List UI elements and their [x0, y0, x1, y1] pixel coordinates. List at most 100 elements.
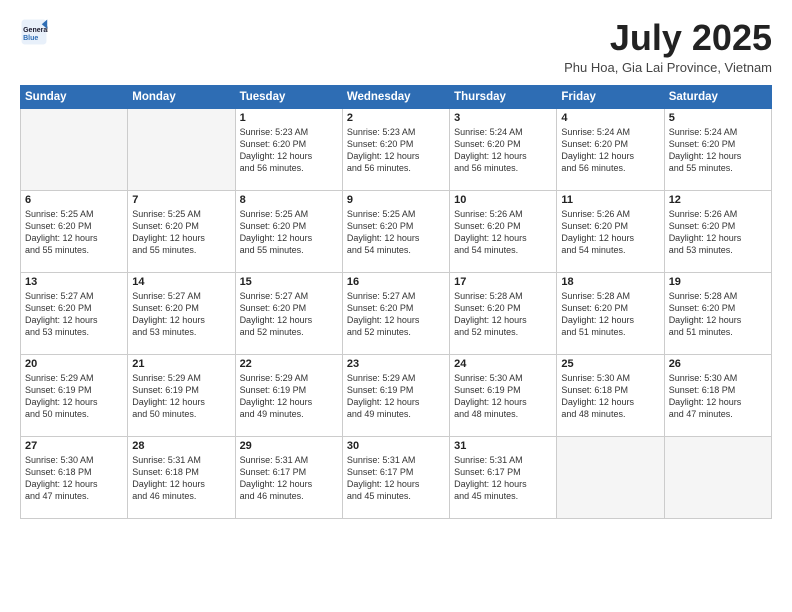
calendar-cell: 23Sunrise: 5:29 AM Sunset: 6:19 PM Dayli…	[342, 354, 449, 436]
calendar-cell: 10 Sunrise: 5:26 AM Sunset: 6:20 PM Dayli…	[450, 190, 557, 272]
day-number: 9	[347, 194, 445, 206]
day-info: Sunrise: 5:23 AM Sunset: 6:20 PM Dayligh…	[347, 126, 445, 175]
calendar-cell: 13Sunrise: 5:27 AM Sunset: 6:20 PM Dayli…	[21, 272, 128, 354]
day-number: 17	[454, 276, 552, 288]
day-number: 3	[454, 112, 552, 124]
day-info: Sunrise: 5:25 AM Sunset: 6:20 PM Dayligh…	[347, 208, 445, 257]
day-number: 21	[132, 358, 230, 370]
day-number: 18	[561, 276, 659, 288]
calendar-cell: 19Sunrise: 5:28 AM Sunset: 6:20 PM Dayli…	[664, 272, 771, 354]
calendar-cell: 5 Sunrise: 5:24 AM Sunset: 6:20 PM Daylig…	[664, 108, 771, 190]
day-number: 26	[669, 358, 767, 370]
calendar-cell: 16 Sunrise: 5:27 AM Sunset: 6:20 PM Dayli…	[342, 272, 449, 354]
calendar-cell: 24Sunrise: 5:30 AM Sunset: 6:19 PM Dayli…	[450, 354, 557, 436]
header: General Blue July 2025 Phu Hoa, Gia Lai …	[20, 18, 772, 75]
day-info: Sunrise: 5:31 AM Sunset: 6:17 PM Dayligh…	[454, 454, 552, 503]
day-of-week-header: Saturday	[664, 85, 771, 108]
page: General Blue July 2025 Phu Hoa, Gia Lai …	[0, 0, 792, 612]
day-number: 4	[561, 112, 659, 124]
day-info: Sunrise: 5:31 AM Sunset: 6:18 PM Dayligh…	[132, 454, 230, 503]
svg-text:Blue: Blue	[23, 35, 38, 42]
day-info: Sunrise: 5:23 AM Sunset: 6:20 PM Dayligh…	[240, 126, 338, 175]
day-number: 10	[454, 194, 552, 206]
calendar-cell: 30 Sunrise: 5:31 AM Sunset: 6:17 PM Dayli…	[342, 436, 449, 518]
day-of-week-header: Monday	[128, 85, 235, 108]
day-number: 5	[669, 112, 767, 124]
day-number: 25	[561, 358, 659, 370]
calendar-cell	[557, 436, 664, 518]
day-number: 30	[347, 440, 445, 452]
calendar-cell: 20 Sunrise: 5:29 AM Sunset: 6:19 PM Dayli…	[21, 354, 128, 436]
calendar-cell: 21Sunrise: 5:29 AM Sunset: 6:19 PM Dayli…	[128, 354, 235, 436]
day-number: 2	[347, 112, 445, 124]
day-of-week-header: Tuesday	[235, 85, 342, 108]
day-number: 31	[454, 440, 552, 452]
calendar-cell: 1 Sunrise: 5:23 AM Sunset: 6:20 PM Daylig…	[235, 108, 342, 190]
day-info: Sunrise: 5:31 AM Sunset: 6:17 PM Dayligh…	[240, 454, 338, 503]
calendar-week-row: 6 Sunrise: 5:25 AM Sunset: 6:20 PM Daylig…	[21, 190, 772, 272]
day-info: Sunrise: 5:27 AM Sunset: 6:20 PM Dayligh…	[25, 290, 123, 339]
calendar-cell: 18 Sunrise: 5:28 AM Sunset: 6:20 PM Dayli…	[557, 272, 664, 354]
calendar-cell: 14Sunrise: 5:27 AM Sunset: 6:20 PM Dayli…	[128, 272, 235, 354]
calendar-cell: 22 Sunrise: 5:29 AM Sunset: 6:19 PM Dayli…	[235, 354, 342, 436]
calendar-cell: 6 Sunrise: 5:25 AM Sunset: 6:20 PM Daylig…	[21, 190, 128, 272]
day-info: Sunrise: 5:25 AM Sunset: 6:20 PM Dayligh…	[240, 208, 338, 257]
main-title: July 2025	[564, 18, 772, 58]
day-info: Sunrise: 5:29 AM Sunset: 6:19 PM Dayligh…	[347, 372, 445, 421]
day-info: Sunrise: 5:26 AM Sunset: 6:20 PM Dayligh…	[454, 208, 552, 257]
day-info: Sunrise: 5:30 AM Sunset: 6:18 PM Dayligh…	[25, 454, 123, 503]
calendar-cell: 8 Sunrise: 5:25 AM Sunset: 6:20 PM Daylig…	[235, 190, 342, 272]
day-number: 7	[132, 194, 230, 206]
calendar-week-row: 20 Sunrise: 5:29 AM Sunset: 6:19 PM Dayli…	[21, 354, 772, 436]
day-number: 29	[240, 440, 338, 452]
day-info: Sunrise: 5:24 AM Sunset: 6:20 PM Dayligh…	[561, 126, 659, 175]
day-number: 27	[25, 440, 123, 452]
day-number: 1	[240, 112, 338, 124]
calendar-cell: 12 Sunrise: 5:26 AM Sunset: 6:20 PM Dayli…	[664, 190, 771, 272]
calendar-cell: 26 Sunrise: 5:30 AM Sunset: 6:18 PM Dayli…	[664, 354, 771, 436]
day-info: Sunrise: 5:24 AM Sunset: 6:20 PM Dayligh…	[454, 126, 552, 175]
day-number: 20	[25, 358, 123, 370]
day-info: Sunrise: 5:30 AM Sunset: 6:18 PM Dayligh…	[669, 372, 767, 421]
day-number: 15	[240, 276, 338, 288]
day-info: Sunrise: 5:27 AM Sunset: 6:20 PM Dayligh…	[240, 290, 338, 339]
day-number: 6	[25, 194, 123, 206]
calendar-cell	[128, 108, 235, 190]
calendar-week-row: 13Sunrise: 5:27 AM Sunset: 6:20 PM Dayli…	[21, 272, 772, 354]
subtitle: Phu Hoa, Gia Lai Province, Vietnam	[564, 60, 772, 75]
day-info: Sunrise: 5:25 AM Sunset: 6:20 PM Dayligh…	[25, 208, 123, 257]
svg-text:General: General	[23, 27, 48, 34]
day-info: Sunrise: 5:26 AM Sunset: 6:20 PM Dayligh…	[561, 208, 659, 257]
day-info: Sunrise: 5:28 AM Sunset: 6:20 PM Dayligh…	[561, 290, 659, 339]
calendar-cell: 28Sunrise: 5:31 AM Sunset: 6:18 PM Dayli…	[128, 436, 235, 518]
day-info: Sunrise: 5:24 AM Sunset: 6:20 PM Dayligh…	[669, 126, 767, 175]
calendar-week-row: 27 Sunrise: 5:30 AM Sunset: 6:18 PM Dayli…	[21, 436, 772, 518]
day-of-week-header: Sunday	[21, 85, 128, 108]
day-info: Sunrise: 5:30 AM Sunset: 6:19 PM Dayligh…	[454, 372, 552, 421]
day-of-week-header: Thursday	[450, 85, 557, 108]
calendar-cell	[21, 108, 128, 190]
day-number: 22	[240, 358, 338, 370]
day-number: 8	[240, 194, 338, 206]
day-info: Sunrise: 5:29 AM Sunset: 6:19 PM Dayligh…	[25, 372, 123, 421]
calendar-cell: 11Sunrise: 5:26 AM Sunset: 6:20 PM Dayli…	[557, 190, 664, 272]
calendar-cell: 25 Sunrise: 5:30 AM Sunset: 6:18 PM Dayli…	[557, 354, 664, 436]
calendar-cell: 31 Sunrise: 5:31 AM Sunset: 6:17 PM Dayli…	[450, 436, 557, 518]
calendar-cell: 17Sunrise: 5:28 AM Sunset: 6:20 PM Dayli…	[450, 272, 557, 354]
calendar-cell: 29 Sunrise: 5:31 AM Sunset: 6:17 PM Dayli…	[235, 436, 342, 518]
day-info: Sunrise: 5:30 AM Sunset: 6:18 PM Dayligh…	[561, 372, 659, 421]
day-info: Sunrise: 5:26 AM Sunset: 6:20 PM Dayligh…	[669, 208, 767, 257]
day-info: Sunrise: 5:31 AM Sunset: 6:17 PM Dayligh…	[347, 454, 445, 503]
day-info: Sunrise: 5:27 AM Sunset: 6:20 PM Dayligh…	[347, 290, 445, 339]
calendar: SundayMondayTuesdayWednesdayThursdayFrid…	[20, 85, 772, 519]
day-info: Sunrise: 5:29 AM Sunset: 6:19 PM Dayligh…	[240, 372, 338, 421]
calendar-cell: 7Sunrise: 5:25 AM Sunset: 6:20 PM Daylig…	[128, 190, 235, 272]
day-number: 14	[132, 276, 230, 288]
calendar-cell: 9 Sunrise: 5:25 AM Sunset: 6:20 PM Daylig…	[342, 190, 449, 272]
day-number: 16	[347, 276, 445, 288]
day-of-week-header: Wednesday	[342, 85, 449, 108]
calendar-cell: 2 Sunrise: 5:23 AM Sunset: 6:20 PM Daylig…	[342, 108, 449, 190]
day-number: 12	[669, 194, 767, 206]
logo-icon: General Blue	[20, 18, 48, 46]
calendar-cell	[664, 436, 771, 518]
